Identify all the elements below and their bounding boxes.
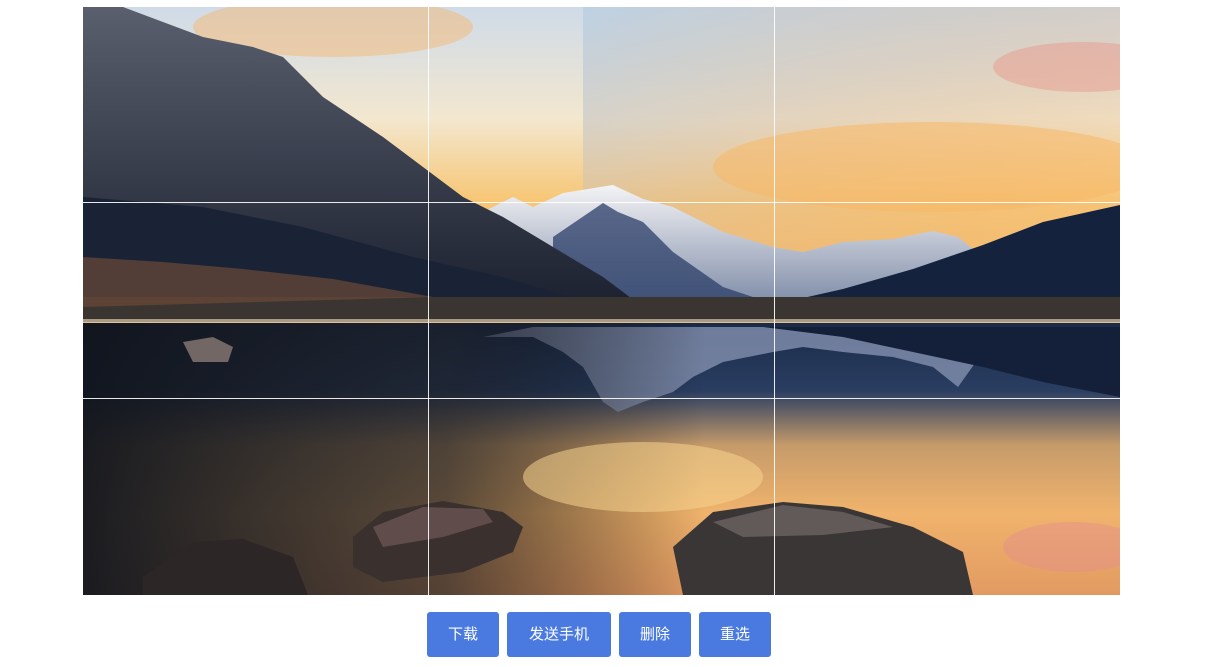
grid-line-vertical-2	[774, 7, 775, 595]
send-to-phone-button[interactable]: 发送手机	[507, 612, 611, 657]
download-button[interactable]: 下载	[427, 612, 499, 657]
reselect-button[interactable]: 重选	[699, 612, 771, 657]
grid-line-horizontal-2	[83, 398, 1120, 399]
grid-line-horizontal-1	[83, 202, 1120, 203]
action-toolbar: 下载 发送手机 删除 重选	[427, 612, 771, 657]
crop-editor: 下载 发送手机 删除 重选	[0, 0, 1208, 667]
photo-preview[interactable]	[83, 7, 1120, 595]
grid-line-vertical-1	[428, 7, 429, 595]
delete-button[interactable]: 删除	[619, 612, 691, 657]
landscape-image	[83, 7, 1120, 595]
